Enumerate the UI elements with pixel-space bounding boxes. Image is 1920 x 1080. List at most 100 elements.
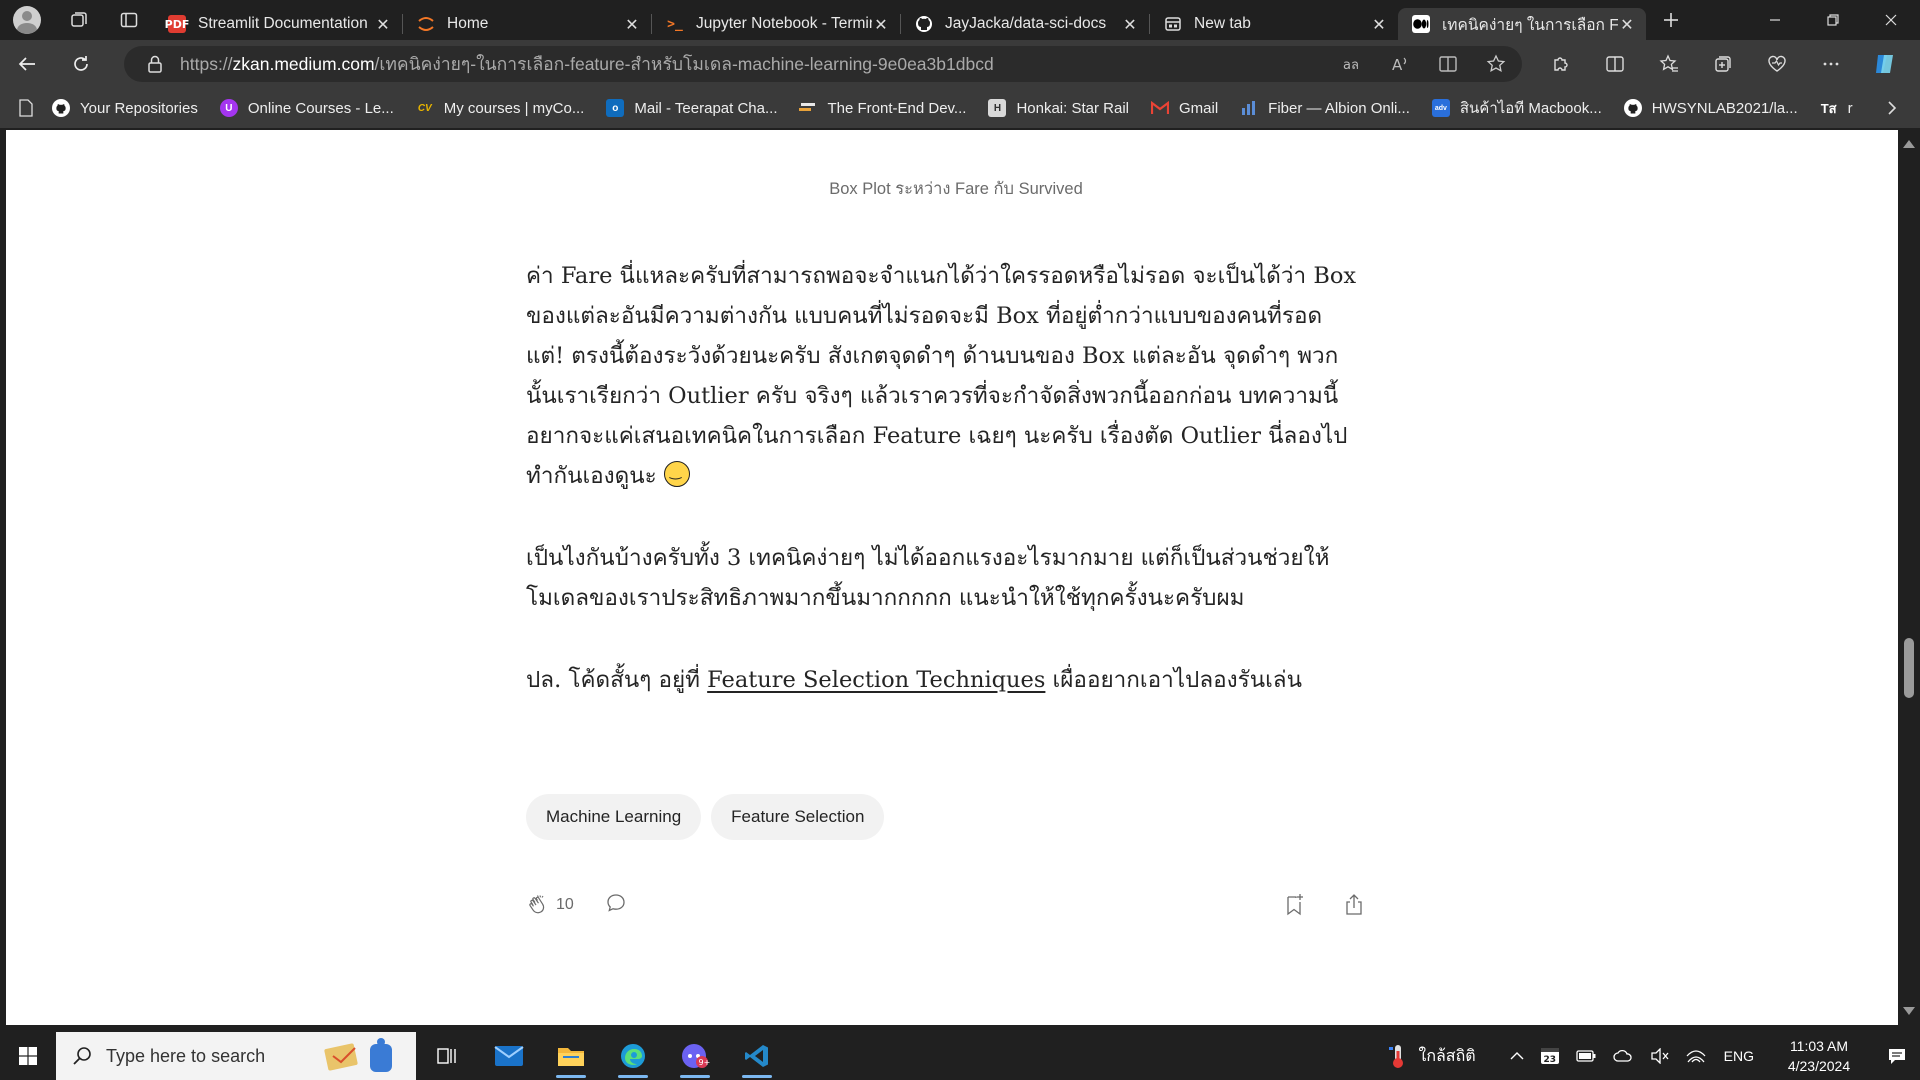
favorites-button[interactable]	[1642, 40, 1696, 88]
bookmark-folder[interactable]	[18, 99, 34, 117]
bookmark-fiber-albion[interactable]: Fiber — Albion Onli...	[1240, 99, 1410, 117]
tag-machine-learning[interactable]: Machine Learning	[526, 794, 702, 840]
favorite-star-icon[interactable]	[1486, 54, 1506, 74]
folder-icon	[558, 1048, 584, 1066]
article-paragraph: ค่า Fare นี่แหละครับที่สามารถพอจะจำแนกได…	[526, 256, 1366, 496]
url-scheme: https://	[180, 54, 233, 74]
clap-button[interactable]: 10	[526, 893, 574, 917]
battery-tray-button[interactable]	[1576, 1049, 1596, 1063]
onedrive-tray-button[interactable]	[1612, 1049, 1634, 1063]
cv-icon: CV	[417, 102, 432, 114]
lock-icon[interactable]	[148, 55, 162, 73]
read-aloud-icon[interactable]: A	[1390, 54, 1410, 74]
input-language-button[interactable]: ENG	[1724, 1048, 1754, 1064]
bookmark-mail[interactable]: o Mail - Teerapat Cha...	[606, 99, 777, 117]
bookmark-macbook[interactable]: adv สินค้าไอที Macbook...	[1431, 96, 1602, 120]
calendar-tray-button[interactable]: 23	[1540, 1046, 1560, 1066]
calendar-badge-icon: 23	[1540, 1048, 1559, 1065]
tab-title: JayJacka/data-sci-docs	[945, 15, 1107, 32]
tab-home[interactable]: Home ✕	[403, 8, 651, 40]
bookmark-label: Honkai: Star Rail	[1016, 99, 1129, 117]
bookmark-gmail[interactable]: Gmail	[1150, 99, 1219, 117]
tab-medium-active[interactable]: เทคนิคง่ายๆ ในการเลือก Feature ✕	[1398, 8, 1646, 40]
close-icon[interactable]: ✕	[1370, 15, 1388, 34]
vscode-app-button[interactable]	[726, 1032, 788, 1080]
jupyter-icon	[417, 15, 435, 33]
edge-browser-button[interactable]	[602, 1032, 664, 1080]
tab-streamlit[interactable]: PDF Streamlit Documentation ✕	[154, 8, 402, 40]
bookmark-label: Gmail	[1178, 99, 1219, 117]
tab-new[interactable]: New tab ✕	[1150, 8, 1398, 40]
responses-button[interactable]	[604, 891, 628, 919]
volume-tray-button[interactable]	[1650, 1048, 1670, 1064]
tab-actions-button[interactable]	[104, 0, 154, 40]
workspaces-button[interactable]	[54, 0, 104, 40]
feature-selection-link[interactable]: Feature Selection Techniques	[707, 667, 1045, 693]
close-icon[interactable]: ✕	[623, 15, 641, 34]
github-icon	[52, 99, 70, 117]
close-icon[interactable]: ✕	[374, 15, 392, 34]
scrollbar-thumb[interactable]	[1904, 638, 1914, 698]
browser-essentials-button[interactable]	[1750, 40, 1804, 88]
scroll-down-arrow-icon[interactable]	[1903, 1007, 1915, 1015]
tag-feature-selection[interactable]: Feature Selection	[711, 794, 885, 840]
address-bar[interactable]: https://zkan.medium.com/เทคนิคง่ายๆ-ในกา…	[124, 46, 1522, 82]
tag-list: Machine Learning Feature Selection	[526, 794, 885, 840]
battery-icon	[1576, 1050, 1596, 1062]
bookmark-frontend[interactable]: The Front-End Dev...	[799, 99, 966, 117]
tab-title: Home	[447, 15, 489, 32]
scroll-up-arrow-icon[interactable]	[1903, 140, 1915, 148]
windows-logo-icon	[19, 1047, 37, 1065]
bookmark-my-courses[interactable]: CV My courses | myCo...	[416, 99, 585, 117]
bookmark-label: My courses | myCo...	[443, 99, 585, 117]
newtab-icon	[1164, 15, 1182, 33]
bookmark-your-repositories[interactable]: Your Repositories	[52, 99, 198, 117]
network-tray-button[interactable]	[1686, 1048, 1706, 1064]
taskbar-search-box[interactable]: Type here to search	[56, 1032, 416, 1080]
outlook-icon: o	[606, 99, 625, 117]
new-tab-button[interactable]	[1646, 0, 1696, 40]
minimize-button[interactable]	[1746, 0, 1804, 40]
collections-button[interactable]	[1696, 40, 1750, 88]
start-button[interactable]	[0, 1032, 56, 1080]
bookmark-add-icon[interactable]	[1282, 893, 1306, 917]
bookmark-hwsynlab[interactable]: HWSYNLAB2021/la...	[1623, 99, 1798, 117]
close-icon[interactable]: ✕	[1121, 15, 1139, 34]
immersive-reader-icon[interactable]	[1438, 54, 1458, 74]
close-icon[interactable]: ✕	[1618, 15, 1636, 34]
share-icon[interactable]	[1342, 893, 1366, 917]
favorites-icon	[1659, 54, 1678, 72]
cloud-icon	[1613, 1049, 1632, 1062]
discord-app-button[interactable]: 9+	[664, 1032, 726, 1080]
bookmark-honkai[interactable]: H Honkai: Star Rail	[988, 99, 1129, 117]
bookmark-online-courses[interactable]: U Online Courses - Le...	[219, 99, 394, 117]
extensions-button[interactable]	[1534, 40, 1588, 88]
notifications-button[interactable]	[1874, 1046, 1920, 1066]
tab-github[interactable]: JayJacka/data-sci-docs ✕	[901, 8, 1149, 40]
translate-icon: Tส	[1820, 100, 1837, 116]
settings-more-button[interactable]	[1804, 40, 1858, 88]
copilot-button[interactable]	[1858, 40, 1912, 88]
bookmarks-overflow-button[interactable]	[1886, 88, 1898, 128]
bookmark-label: Fiber — Albion Onli...	[1268, 99, 1410, 117]
close-icon[interactable]: ✕	[872, 15, 890, 34]
mail-app-button[interactable]	[478, 1032, 540, 1080]
profile-button[interactable]	[0, 0, 54, 40]
split-screen-button[interactable]	[1588, 40, 1642, 88]
translate-icon[interactable]: aล	[1342, 54, 1362, 74]
restore-button[interactable]	[1804, 0, 1862, 40]
refresh-button[interactable]	[54, 40, 108, 88]
tab-strip: PDF Streamlit Documentation ✕ Home ✕ >_ …	[0, 0, 1920, 40]
file-explorer-button[interactable]	[540, 1032, 602, 1080]
close-window-button[interactable]	[1862, 0, 1920, 40]
page-scrollbar[interactable]	[1898, 130, 1920, 1025]
avatar	[13, 6, 41, 34]
task-view-button[interactable]	[416, 1032, 478, 1080]
back-button[interactable]	[0, 40, 54, 88]
frontend-icon	[799, 99, 817, 117]
clock[interactable]: 11:03 AM 4/23/2024	[1764, 1036, 1874, 1076]
show-hidden-icons-button[interactable]	[1510, 1051, 1524, 1061]
tab-terminal[interactable]: >_ Jupyter Notebook - Terminal ✕	[652, 8, 900, 40]
weather-widget[interactable]: ใกล้สถิติ	[1387, 1043, 1476, 1069]
bookmark-translate[interactable]: Tส r	[1820, 99, 1853, 117]
